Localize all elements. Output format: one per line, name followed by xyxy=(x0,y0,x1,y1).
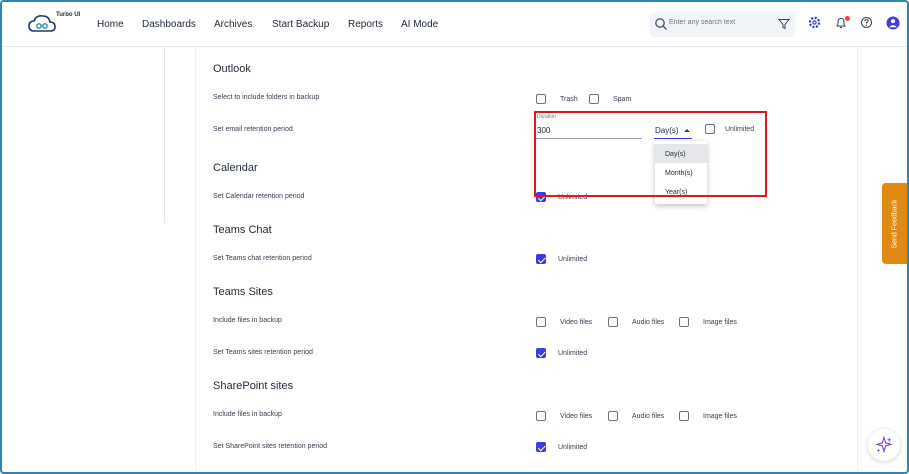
teams-audio-files-checkbox[interactable] xyxy=(608,317,618,327)
email-retention-label: Set email retention period xyxy=(213,126,293,133)
sharepoint-retention-label: Set SharePoint sites retention period xyxy=(213,443,328,450)
sharepoint-video-files-checkbox[interactable] xyxy=(536,411,546,421)
sidebar-divider xyxy=(164,47,165,223)
sharepoint-image-files-label: Image files xyxy=(703,413,737,420)
search-input[interactable] xyxy=(669,19,769,26)
content-right-border xyxy=(857,47,858,472)
teams-chat-unlimited-checkbox[interactable] xyxy=(536,254,546,264)
app-frame: Turbo UI Home Dashboards Archives Start … xyxy=(0,0,909,474)
highlight-box xyxy=(534,111,767,197)
nav-start-backup[interactable]: Start Backup xyxy=(272,19,329,30)
spam-checkbox[interactable] xyxy=(589,94,599,104)
section-title-sharepoint: SharePoint sites xyxy=(213,380,294,392)
help-icon[interactable] xyxy=(860,16,873,29)
section-title-calendar: Calendar xyxy=(213,162,258,174)
trash-label: Trash xyxy=(560,96,578,103)
teams-chat-unlimited-label: Unlimited xyxy=(558,256,588,263)
ai-sparkle-icon xyxy=(875,436,893,454)
sharepoint-audio-files-label: Audio files xyxy=(632,413,665,420)
search-box[interactable] xyxy=(650,13,795,37)
sharepoint-video-files-label: Video files xyxy=(560,413,593,420)
sharepoint-files-label: Include files in backup xyxy=(213,411,282,418)
section-title-outlook: Outlook xyxy=(213,63,251,75)
teams-video-files-checkbox[interactable] xyxy=(536,317,546,327)
teams-chat-retention-label: Set Teams chat retention period xyxy=(213,255,312,262)
settings-gear-icon[interactable] xyxy=(808,16,821,29)
user-avatar-icon[interactable] xyxy=(886,16,900,30)
content-left-border xyxy=(195,47,196,472)
section-title-teams-sites: Teams Sites xyxy=(213,286,273,298)
nav-reports[interactable]: Reports xyxy=(348,19,383,30)
nav-archives[interactable]: Archives xyxy=(214,19,252,30)
filter-icon[interactable] xyxy=(778,18,790,30)
sharepoint-image-files-checkbox[interactable] xyxy=(679,411,689,421)
sharepoint-unlimited-checkbox[interactable] xyxy=(536,442,546,452)
top-navbar: Turbo UI Home Dashboards Archives Start … xyxy=(2,2,907,47)
nav-ai-mode[interactable]: AI Mode xyxy=(401,19,438,30)
search-icon xyxy=(655,18,667,30)
outlook-folders-label: Select to include folders in backup xyxy=(213,94,320,101)
teams-image-files-checkbox[interactable] xyxy=(679,317,689,327)
sharepoint-unlimited-label: Unlimited xyxy=(558,444,588,451)
nav-dashboards[interactable]: Dashboards xyxy=(142,19,196,30)
teams-sites-retention-label: Set Teams sites retention period xyxy=(213,349,313,356)
calendar-retention-label: Set Calendar retention period xyxy=(213,193,305,200)
trash-checkbox[interactable] xyxy=(536,94,546,104)
teams-image-files-label: Image files xyxy=(703,319,737,326)
teams-sites-files-label: Include files in backup xyxy=(213,317,282,324)
nav-home[interactable]: Home xyxy=(97,19,124,30)
teams-sites-unlimited-label: Unlimited xyxy=(558,350,588,357)
teams-video-files-label: Video files xyxy=(560,319,593,326)
send-feedback-tab[interactable]: Send Feedback xyxy=(882,183,907,264)
spam-label: Spam xyxy=(613,96,632,103)
teams-audio-files-label: Audio files xyxy=(632,319,665,326)
section-title-teams-chat: Teams Chat xyxy=(213,224,272,236)
logo-text: Turbo UI xyxy=(56,12,81,18)
notification-dot xyxy=(845,16,850,21)
send-feedback-label: Send Feedback xyxy=(891,198,898,249)
ai-assistant-button[interactable] xyxy=(868,429,900,461)
sharepoint-audio-files-checkbox[interactable] xyxy=(608,411,618,421)
teams-sites-unlimited-checkbox[interactable] xyxy=(536,348,546,358)
